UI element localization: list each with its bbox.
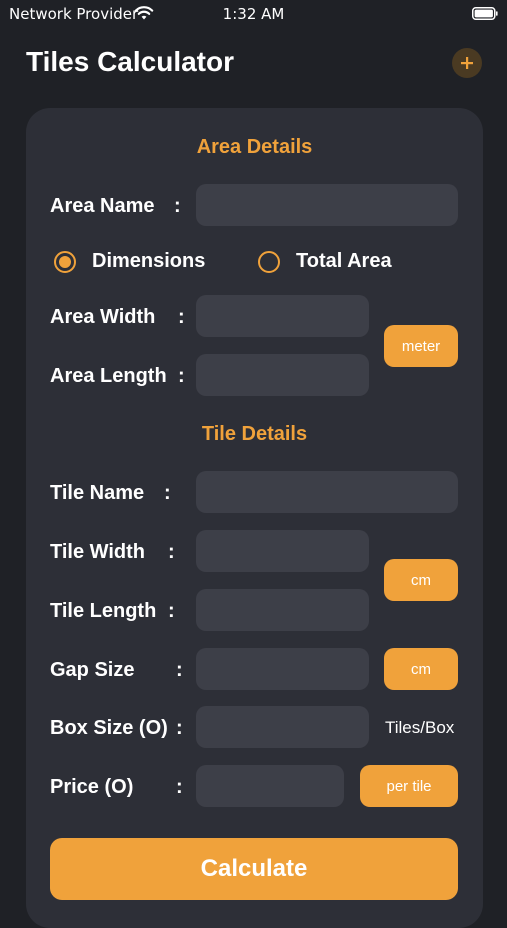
- tile-width-input[interactable]: [196, 530, 369, 572]
- calculator-card: Area Details Area Name : Dimensions Tota…: [26, 108, 483, 928]
- area-name-input[interactable]: [196, 184, 458, 226]
- tile-length-label: Tile Length: [50, 600, 157, 622]
- area-length-colon: :: [178, 365, 185, 387]
- gap-size-colon: :: [176, 659, 183, 681]
- box-size-input[interactable]: [196, 706, 369, 748]
- tile-name-label: Tile Name: [50, 482, 145, 504]
- area-name-label: Area Name: [50, 195, 155, 217]
- gap-size-input[interactable]: [196, 648, 369, 690]
- dimensions-radio[interactable]: Dimensions: [54, 250, 205, 273]
- tile-length-colon: :: [168, 600, 175, 622]
- calculate-button[interactable]: Calculate: [50, 838, 458, 900]
- tile-name-colon: :: [164, 482, 171, 504]
- box-size-label: Box Size (O): [50, 717, 168, 739]
- area-length-label: Area Length: [50, 365, 167, 387]
- page-title: Tiles Calculator: [26, 46, 235, 77]
- total-area-radio[interactable]: Total Area: [258, 250, 392, 273]
- plus-icon: [461, 57, 473, 69]
- gap-size-label: Gap Size: [50, 659, 135, 681]
- area-width-label: Area Width: [50, 306, 156, 328]
- box-size-colon: :: [176, 717, 183, 739]
- area-width-input[interactable]: [196, 295, 369, 337]
- price-label: Price (O): [50, 776, 134, 798]
- status-bar: Network Provider 1:32 AM: [0, 0, 507, 28]
- price-input[interactable]: [196, 765, 344, 807]
- area-details-title: Area Details: [196, 136, 313, 158]
- add-button[interactable]: [452, 48, 482, 78]
- tile-unit-button[interactable]: cm: [384, 559, 458, 601]
- dimensions-radio-label: Dimensions: [92, 250, 206, 272]
- price-colon: :: [176, 776, 183, 798]
- tile-details-title: Tile Details: [201, 423, 308, 445]
- radio-unselected-icon: [258, 250, 280, 273]
- area-unit-button[interactable]: meter: [384, 325, 458, 367]
- tile-name-input[interactable]: [196, 471, 458, 513]
- area-width-colon: :: [178, 306, 185, 328]
- box-size-unit-label: Tiles/Box: [385, 718, 455, 737]
- gap-unit-button[interactable]: cm: [384, 648, 458, 690]
- tile-length-input[interactable]: [196, 589, 369, 631]
- area-name-colon: :: [174, 195, 181, 217]
- area-length-input[interactable]: [196, 354, 369, 396]
- status-time: 1:32 AM: [222, 5, 285, 23]
- radio-selected-icon: [54, 250, 76, 273]
- total-area-radio-label: Total Area: [296, 250, 392, 272]
- tile-width-label: Tile Width: [50, 541, 145, 563]
- battery-icon: [472, 7, 498, 20]
- price-unit-button[interactable]: per tile: [360, 765, 458, 807]
- tile-width-colon: :: [168, 541, 175, 563]
